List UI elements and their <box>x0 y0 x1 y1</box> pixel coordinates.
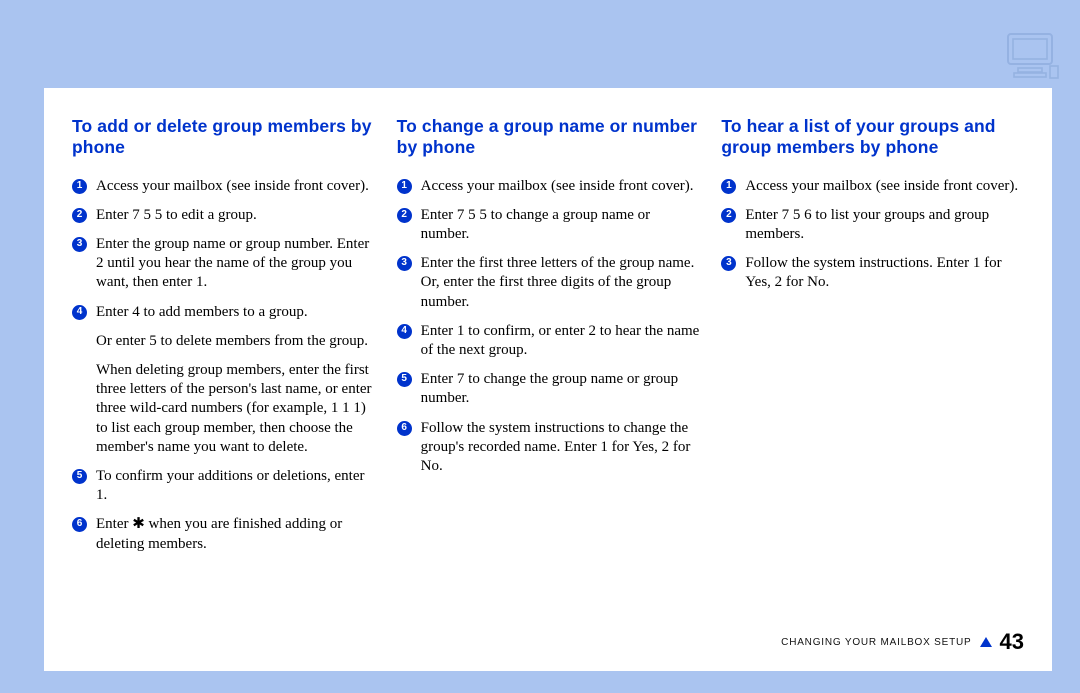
step-text: Enter the first three letters of the gro… <box>421 254 700 312</box>
step-item: 4 Enter 1 to confirm, or enter 2 to hear … <box>397 322 700 360</box>
step-bullet: 5 <box>72 469 87 484</box>
triangle-icon <box>980 637 992 647</box>
step-text: Enter 4 to add members to a group. <box>96 303 375 322</box>
step-item: 3 Follow the system instructions. Enter 1… <box>721 254 1024 292</box>
step-text: Enter 1 to confirm, or enter 2 to hear t… <box>421 322 700 360</box>
step-item: 1 Access your mailbox (see inside front c… <box>721 177 1024 196</box>
step-subtext: When deleting group members, enter the f… <box>96 361 375 457</box>
footer-section-label: CHANGING YOUR MAILBOX SETUP <box>781 637 971 648</box>
page-footer: CHANGING YOUR MAILBOX SETUP 43 <box>781 629 1024 655</box>
step-bullet: 3 <box>721 256 736 271</box>
column-3: To hear a list of your groups and group … <box>721 116 1024 651</box>
step-text: Access your mailbox (see inside front co… <box>96 177 375 196</box>
step-text: Enter 7 to change the group name or grou… <box>421 370 700 408</box>
step-bullet: 2 <box>397 208 412 223</box>
step-subtext: Or enter 5 to delete members from the gr… <box>96 332 375 351</box>
step-text: To confirm your additions or deletions, … <box>96 467 375 505</box>
step-text: Enter 7 5 6 to list your groups and grou… <box>745 206 1024 244</box>
monitor-watermark-icon <box>1004 30 1062 85</box>
columns-container: To add or delete group members by phone … <box>72 116 1024 651</box>
step-bullet: 2 <box>721 208 736 223</box>
step-item: 6 Follow the system instructions to chang… <box>397 419 700 477</box>
step-item: 1 Access your mailbox (see inside front c… <box>397 177 700 196</box>
manual-page: To add or delete group members by phone … <box>44 88 1052 671</box>
column-2: To change a group name or number by phon… <box>397 116 700 651</box>
step-text: Enter 7 5 5 to change a group name or nu… <box>421 206 700 244</box>
step-bullet: 6 <box>72 517 87 532</box>
step-bullet: 1 <box>72 179 87 194</box>
step-item: 3 Enter the group name or group number. E… <box>72 235 375 293</box>
column-heading: To change a group name or number by phon… <box>397 116 700 159</box>
step-bullet: 3 <box>397 256 412 271</box>
step-bullet: 6 <box>397 421 412 436</box>
step-item: 6 Enter ✱ when you are finished adding or… <box>72 515 375 553</box>
step-text: Access your mailbox (see inside front co… <box>745 177 1024 196</box>
step-text: Access your mailbox (see inside front co… <box>421 177 700 196</box>
column-heading: To hear a list of your groups and group … <box>721 116 1024 159</box>
step-bullet: 3 <box>72 237 87 252</box>
step-item: 5 To confirm your additions or deletions,… <box>72 467 375 505</box>
step-bullet: 5 <box>397 372 412 387</box>
step-item: 2 Enter 7 5 5 to change a group name or n… <box>397 206 700 244</box>
step-item: 4 Enter 4 to add members to a group. <box>72 303 375 322</box>
step-bullet: 4 <box>397 324 412 339</box>
step-item: 3 Enter the first three letters of the gr… <box>397 254 700 312</box>
step-bullet: 1 <box>397 179 412 194</box>
step-item: 2 Enter 7 5 6 to list your groups and gro… <box>721 206 1024 244</box>
column-heading: To add or delete group members by phone <box>72 116 375 159</box>
step-text: Follow the system instructions to change… <box>421 419 700 477</box>
step-bullet: 4 <box>72 305 87 320</box>
step-text: Follow the system instructions. Enter 1 … <box>745 254 1024 292</box>
step-item: 1 Access your mailbox (see inside front c… <box>72 177 375 196</box>
step-text: Enter 7 5 5 to edit a group. <box>96 206 375 225</box>
step-item: 5 Enter 7 to change the group name or gro… <box>397 370 700 408</box>
step-text: Enter the group name or group number. En… <box>96 235 375 293</box>
step-item: 2 Enter 7 5 5 to edit a group. <box>72 206 375 225</box>
step-bullet: 2 <box>72 208 87 223</box>
column-1: To add or delete group members by phone … <box>72 116 375 651</box>
step-bullet: 1 <box>721 179 736 194</box>
page-number: 43 <box>1000 629 1024 655</box>
step-text: Enter ✱ when you are finished adding or … <box>96 515 375 553</box>
